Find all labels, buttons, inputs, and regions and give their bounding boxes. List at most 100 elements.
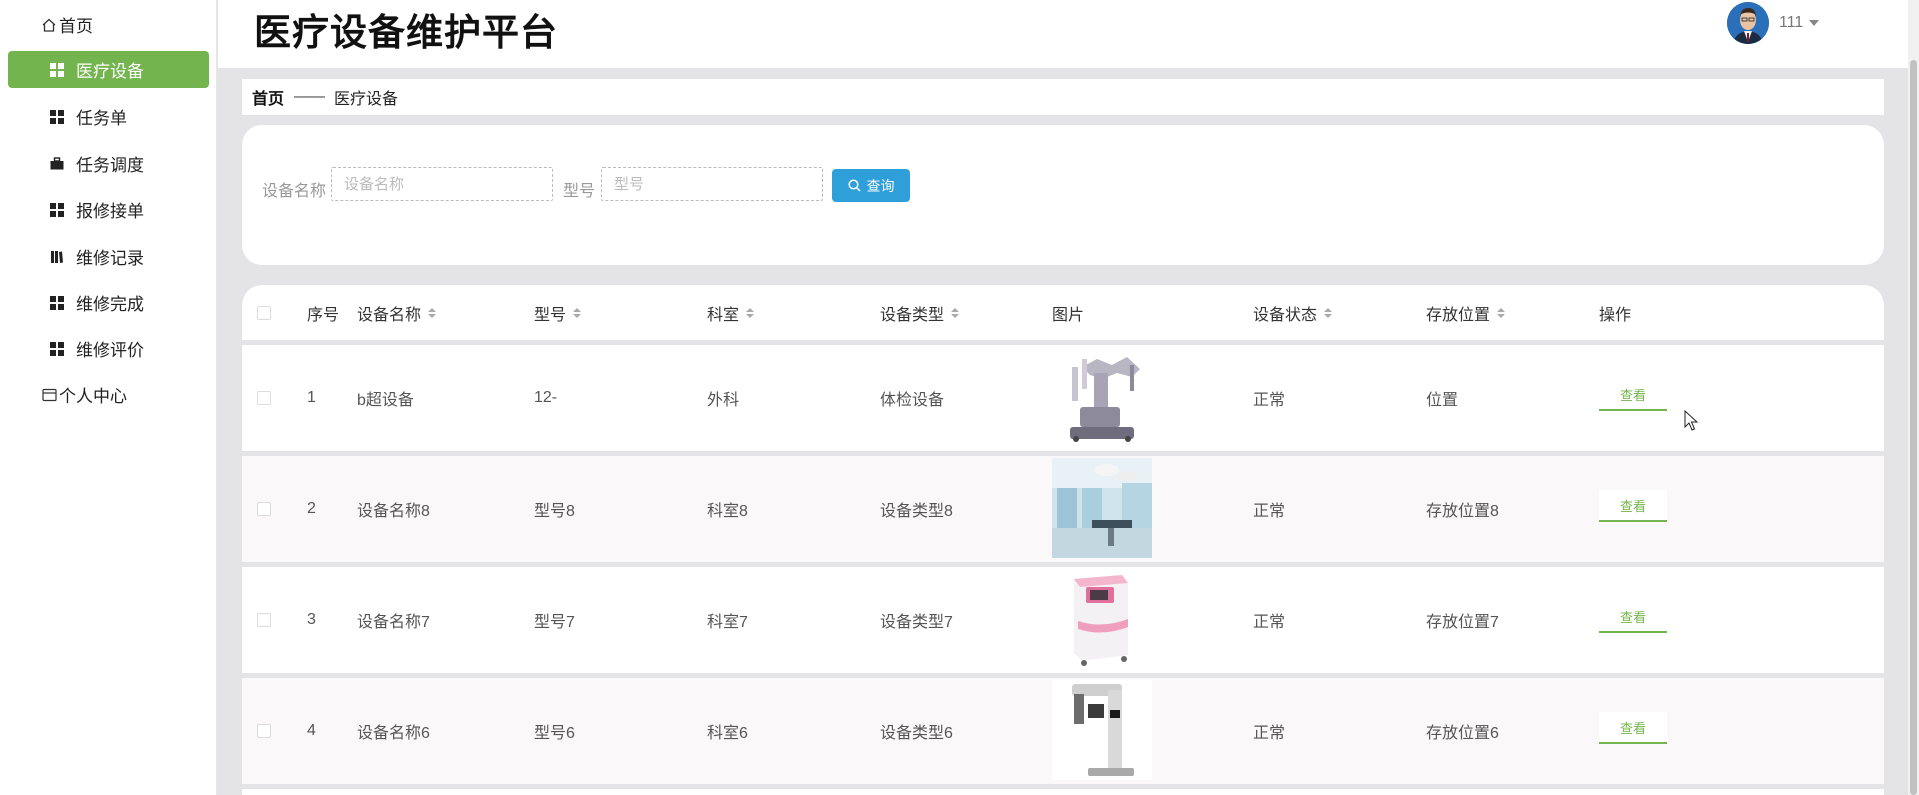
cell-index: 1 [307, 389, 316, 406]
col-status[interactable]: 设备状态 [1253, 285, 1333, 340]
surgical-robot-image[interactable] [1052, 347, 1152, 447]
cell-index: 2 [307, 500, 316, 517]
chevron-down-icon[interactable] [1809, 20, 1820, 26]
col-location[interactable]: 存放位置 [1426, 285, 1506, 340]
mouse-cursor-icon [1684, 410, 1698, 431]
query-button-label: 查询 [866, 177, 895, 194]
cell-dept: 科室8 [707, 503, 748, 520]
col-device-type[interactable]: 设备类型 [880, 285, 960, 340]
sidebar-item-label: 首页 [59, 17, 93, 36]
breadcrumb-home[interactable]: 首页 [252, 85, 284, 109]
cell-model: 12- [534, 389, 558, 406]
device-name-input[interactable] [331, 167, 553, 201]
sort-icon [746, 307, 755, 318]
cell-device-name: 设备名称6 [357, 725, 430, 742]
row-checkbox[interactable] [257, 678, 271, 784]
device-table: 序号 设备名称 型号 科室 设备类型 图片 设备状态 存放位置 操作 1 b超设… [242, 285, 1884, 795]
username: 111 [1779, 14, 1804, 31]
col-dept[interactable]: 科室 [707, 285, 755, 340]
cell-index: 3 [307, 611, 316, 628]
briefcase-icon [49, 156, 65, 172]
sidebar-item-repair-orders[interactable]: 报修接单 [8, 191, 209, 228]
sort-icon [1497, 307, 1506, 318]
row-checkbox[interactable] [257, 567, 271, 673]
cell-location: 存放位置8 [1426, 503, 1499, 520]
cell-model: 型号6 [534, 725, 575, 742]
cell-location: 存放位置7 [1426, 614, 1499, 631]
cell-status: 正常 [1253, 725, 1286, 742]
sidebar-item-task-list[interactable]: 任务单 [8, 98, 209, 135]
sidebar-item-personal-center[interactable]: 个人中心 [8, 376, 209, 413]
operating-room-image[interactable] [1052, 458, 1152, 558]
view-button[interactable]: 查看 [1599, 379, 1667, 411]
model-input[interactable] [601, 167, 823, 201]
cell-device-type: 设备类型8 [880, 503, 953, 520]
col-model[interactable]: 型号 [534, 285, 582, 340]
sort-icon [1324, 307, 1333, 318]
device-name-label: 设备名称 [262, 183, 327, 200]
cell-device-name: 设备名称8 [357, 503, 430, 520]
col-device-name[interactable]: 设备名称 [357, 285, 437, 340]
search-icon [847, 179, 861, 192]
cell-dept: 科室7 [707, 614, 748, 631]
sidebar-item-label: 报修接单 [76, 202, 144, 221]
sidebar-item-label: 任务调度 [76, 156, 144, 175]
table-header: 序号 设备名称 型号 科室 设备类型 图片 设备状态 存放位置 操作 [242, 285, 1884, 340]
view-button[interactable]: 查看 [1599, 712, 1667, 744]
cell-location: 位置 [1426, 392, 1459, 409]
col-image: 图片 [1052, 306, 1085, 324]
sidebar-item-repair-done[interactable]: 维修完成 [8, 284, 209, 321]
cell-device-type: 体检设备 [880, 392, 945, 409]
view-button[interactable]: 查看 [1599, 601, 1667, 633]
cell-device-type: 设备类型6 [880, 725, 953, 742]
vertical-scrollbar[interactable] [1908, 0, 1919, 795]
table-row: 2 设备名称8 型号8 科室8 设备类型8 正常 存放位置8 查看 [242, 456, 1884, 562]
sort-icon [573, 307, 582, 318]
pink-device-image[interactable] [1052, 569, 1152, 669]
col-index: 序号 [307, 306, 340, 324]
view-button[interactable]: 查看 [1599, 490, 1667, 522]
sidebar-item-label: 维修完成 [76, 295, 144, 314]
sidebar: 首页 医疗设备 任务单 任务调度 报修接单 维修记录 维修完成 维修评价 个人中… [0, 0, 217, 795]
scrollbar-thumb[interactable] [1910, 60, 1917, 795]
table-row: 1 b超设备 12- 外科 体检设备 正常 位置 查看 [242, 345, 1884, 451]
home-icon [41, 17, 57, 33]
app-title: 医疗设备维护平台 [254, 12, 558, 53]
avatar[interactable] [1727, 2, 1769, 44]
cell-dept: 外科 [707, 392, 740, 409]
sidebar-item-repair-review[interactable]: 维修评价 [8, 330, 209, 367]
grid-icon [49, 341, 65, 357]
sidebar-item-label: 医疗设备 [76, 62, 144, 81]
cell-location: 存放位置6 [1426, 725, 1499, 742]
select-all-checkbox[interactable] [257, 285, 271, 340]
grid-icon [49, 295, 65, 311]
dental-xray-image[interactable] [1052, 680, 1152, 780]
cell-status: 正常 [1253, 392, 1286, 409]
sort-icon [951, 307, 960, 318]
sidebar-item-repair-records[interactable]: 维修记录 [8, 238, 209, 275]
cell-device-name: b超设备 [357, 392, 414, 409]
table-row: 4 设备名称6 型号6 科室6 设备类型6 正常 存放位置6 查看 [242, 678, 1884, 784]
grid-icon [49, 109, 65, 125]
sidebar-item-label: 任务单 [76, 109, 127, 128]
model-label: 型号 [563, 183, 596, 200]
wallet-icon [41, 387, 57, 403]
sidebar-item-task-dispatch[interactable]: 任务调度 [8, 145, 209, 182]
sidebar-item-label: 维修记录 [76, 249, 144, 268]
cell-device-name: 设备名称7 [357, 614, 430, 631]
row-checkbox[interactable] [257, 345, 271, 451]
grid-icon [49, 202, 65, 218]
cell-index: 4 [307, 722, 316, 739]
user-menu[interactable]: 111 [1727, 2, 1820, 44]
sidebar-item-label: 维修评价 [76, 341, 144, 360]
breadcrumb-current: 医疗设备 [334, 91, 399, 108]
cell-model: 型号7 [534, 614, 575, 631]
sidebar-item-medical-devices[interactable]: 医疗设备 [8, 51, 209, 88]
table-row [242, 789, 1884, 795]
query-button[interactable]: 查询 [832, 169, 910, 202]
row-checkbox[interactable] [257, 456, 271, 562]
sidebar-item-home[interactable]: 首页 [8, 6, 209, 43]
grid-icon [49, 62, 65, 78]
cell-dept: 科室6 [707, 725, 748, 742]
cell-model: 型号8 [534, 503, 575, 520]
